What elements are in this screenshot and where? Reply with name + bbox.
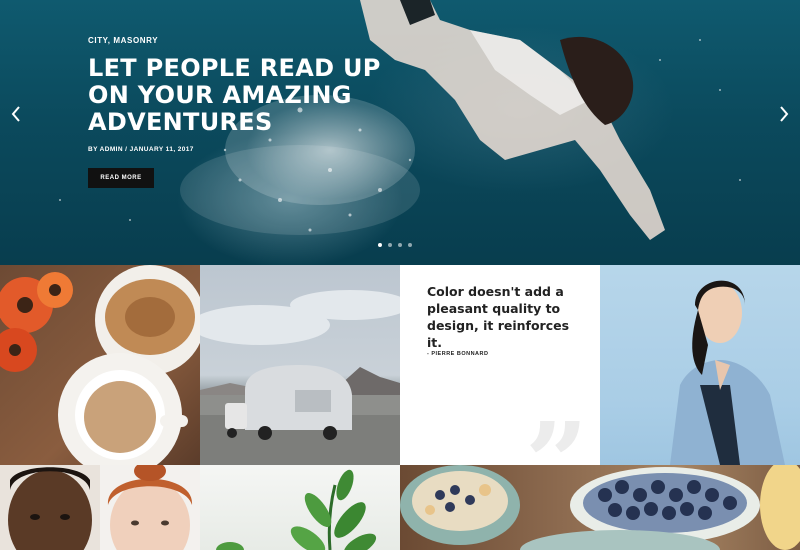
post-title-line: LET PEOPLE READ UP (88, 54, 381, 82)
slider-dot[interactable] (408, 243, 412, 247)
breakfast-bowls-image (400, 465, 800, 550)
grid-tile-coffee-pastry[interactable] (0, 265, 200, 465)
chevron-right-icon (780, 106, 789, 122)
grid-tile-fashion[interactable] (600, 265, 800, 465)
grid-tile-quote[interactable]: Color doesn't add a pleasant quality to … (400, 265, 600, 465)
chevron-left-icon (11, 106, 20, 122)
grid-tile-plant[interactable] (200, 465, 400, 550)
post-title[interactable]: LET PEOPLE READ UP ON YOUR AMAZING ADVEN… (88, 55, 428, 136)
slider-dot[interactable] (388, 243, 392, 247)
plant-image (216, 469, 377, 550)
grid-tile-portrait-woman[interactable] (100, 465, 200, 550)
grid-tile-airstream[interactable] (200, 265, 400, 465)
post-title-line: ON YOUR AMAZING (88, 81, 352, 109)
woman-portrait-image (107, 465, 193, 550)
page: CITY, MASONRY LET PEOPLE READ UP ON YOUR… (0, 0, 800, 550)
coffee-pastry-image (0, 265, 200, 465)
slider-pagination (378, 243, 412, 247)
hero-caption: CITY, MASONRY LET PEOPLE READ UP ON YOUR… (88, 36, 428, 153)
read-more-button[interactable]: READ MORE (88, 168, 154, 188)
hero-slider: CITY, MASONRY LET PEOPLE READ UP ON YOUR… (0, 0, 800, 265)
post-category[interactable]: CITY, MASONRY (88, 36, 428, 45)
quote-mark-icon: ” (525, 398, 589, 466)
grid-tile-portrait-man[interactable] (0, 465, 100, 550)
man-portrait-image (8, 467, 92, 550)
slider-dot[interactable] (378, 243, 382, 247)
slider-prev-button[interactable] (8, 104, 24, 124)
grid-tile-breakfast-bowls[interactable] (400, 465, 800, 550)
post-meta: BY ADMIN / JANUARY 11, 2017 (88, 146, 194, 153)
post-title-line: ADVENTURES (88, 108, 273, 136)
quote-text: Color doesn't add a pleasant quality to … (427, 284, 570, 350)
airstream-trailer-image (200, 290, 400, 465)
woman-denim-jacket-image (670, 280, 785, 465)
slider-next-button[interactable] (776, 104, 792, 124)
slider-dot[interactable] (398, 243, 402, 247)
quote-author: - PIERRE BONNARD (427, 351, 489, 357)
